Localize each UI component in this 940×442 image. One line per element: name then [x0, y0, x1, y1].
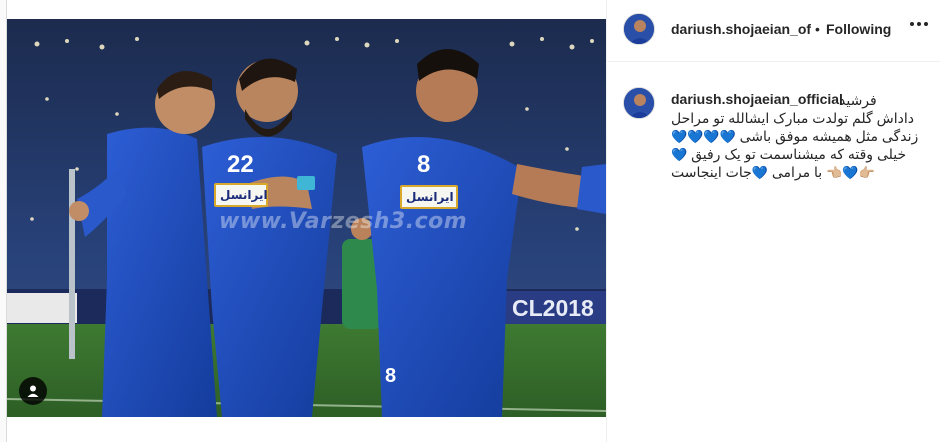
blue-heart-emoji: 💙💙💙💙 [671, 130, 736, 145]
jersey-sponsor-left: ایرانسل [214, 183, 268, 207]
shorts-number-right: 8 [385, 365, 397, 387]
caption-line-1: داداش گلم تولدت مبارک ایشالله تو مراحل [671, 110, 914, 126]
caption-line-4-text-a: با مرامی [771, 164, 823, 180]
caption-line-3-text: خیلی وقته که میشناسمت تو یک رفیق [691, 146, 907, 162]
caption-line-0: فرشید [839, 92, 877, 108]
post-photo[interactable]: ایرانسل ایرانسل 22 8 8 CL2018 www.Varzes… [7, 19, 606, 417]
blue-heart-emoji: 💙 [751, 166, 768, 181]
photo-watermark: www.Varzesh3.com [219, 209, 468, 234]
comments-section: dariush.shojaeian_official فرشید داداش گ… [606, 63, 940, 442]
caption-username[interactable]: dariush.shojaeian_official [671, 91, 843, 107]
caption-line-3: خیلی وقته که میشناسمت تو یک رفیق 💙 [671, 145, 906, 165]
user-tag-icon [27, 385, 39, 397]
caption-line-2: زندگی مثل همیشه موفق باشی 💙💙💙💙 [671, 127, 918, 147]
jersey-number-right: 8 [417, 151, 431, 178]
user-tag-button[interactable] [19, 377, 47, 405]
caption-line-2-text: زندگی مثل همیشه موفق باشی [739, 128, 919, 144]
caption-avatar[interactable] [623, 87, 655, 119]
jersey-number-middle: 22 [227, 151, 254, 178]
avatar[interactable] [623, 13, 655, 45]
header-separator: • [815, 21, 820, 37]
caption-line-4-text-b: جات اینجاست [671, 164, 752, 180]
pointing-hands-emoji: 👉🏼💙👈🏼 [826, 166, 875, 181]
post-header: dariush.shojaeian_offic • Following [606, 0, 940, 62]
following-button[interactable]: Following [826, 21, 891, 37]
jersey-sponsor-right: ایرانسل [400, 185, 458, 209]
instagram-post: ایرانسل ایرانسل 22 8 8 CL2018 www.Varzes… [6, 0, 940, 442]
caption-line-4: 👉🏼💙👈🏼 با مرامی 💙جات اینجاست [671, 163, 875, 183]
more-options-icon[interactable] [910, 22, 928, 28]
blue-heart-emoji: 💙 [671, 148, 688, 163]
advertising-board-text: CL2018 [512, 295, 594, 321]
header-username[interactable]: dariush.shojaeian_offic [671, 21, 811, 37]
